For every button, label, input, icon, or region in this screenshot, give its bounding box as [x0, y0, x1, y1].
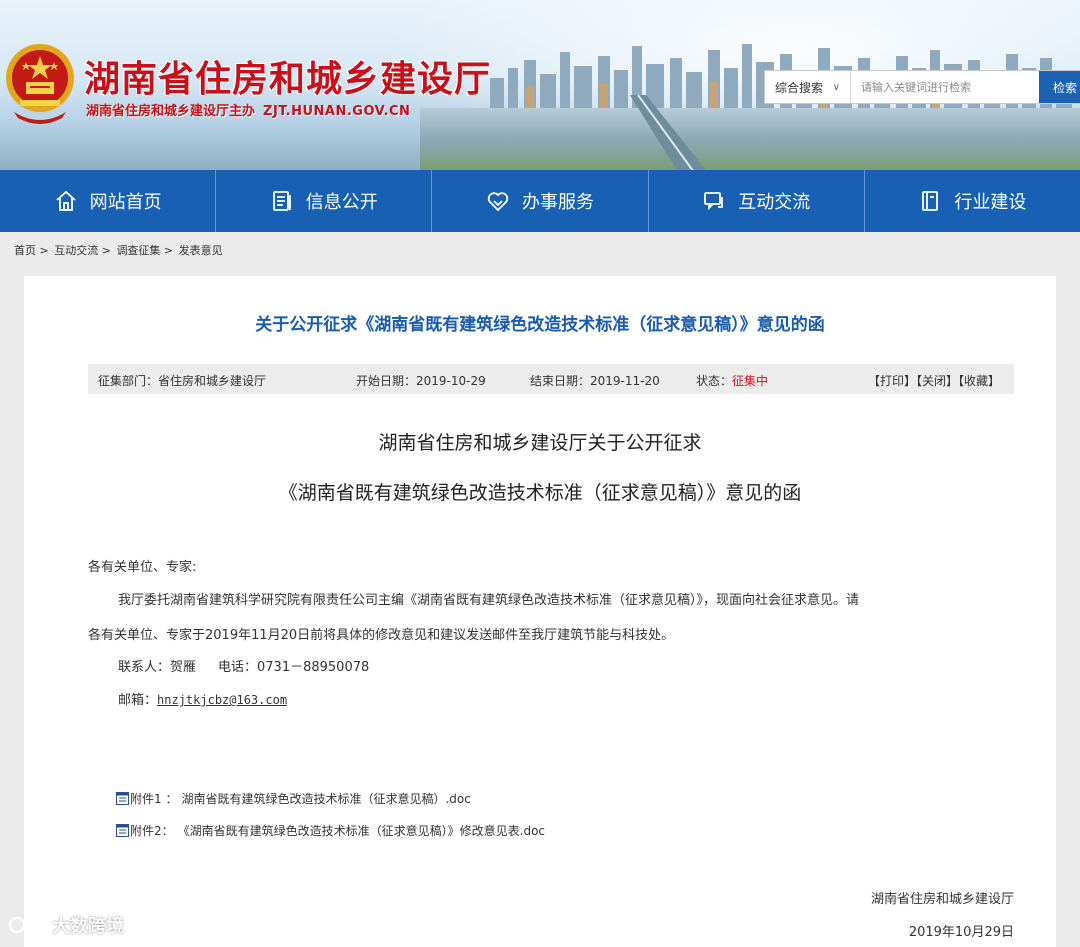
document-icon	[272, 191, 291, 211]
heart-icon	[487, 192, 509, 212]
doc-title-line2: 《湖南省既有建筑绿色改造技术标准（征求意见稿）》意见的函	[278, 482, 802, 504]
search-button[interactable]: 检索	[1039, 71, 1080, 103]
status: 状态：征集中	[696, 372, 768, 389]
signer: 湖南省住房和城乡建设厅	[870, 892, 1014, 907]
breadcrumb-home[interactable]: 首页 >	[14, 244, 49, 257]
print-button[interactable]: 【打印】	[868, 374, 916, 388]
status-badge: 征集中	[732, 374, 769, 388]
nav-item-label: 互动交流	[738, 192, 811, 213]
breadcrumb-survey[interactable]: 调查征集 >	[116, 244, 173, 257]
status-label: 状态：	[696, 374, 733, 388]
nav-item-label: 网站首页	[89, 192, 162, 213]
end-date: 结束日期：2019-11-20	[530, 374, 660, 388]
info-bar: 征集部门：省住房和城乡建设厅 开始日期：2019-10-29 结束日期：2019…	[88, 364, 1014, 394]
email-label: 邮箱：	[118, 693, 158, 708]
body-paragraph-1: 我厅委托湖南省建筑科学研究院有限责任公司主编《湖南省既有建筑绿色改造技术标准（征…	[118, 593, 860, 608]
nav-item-label: 办事服务	[522, 192, 594, 213]
watermark: 大数跨境	[8, 912, 124, 938]
search-type-label: 综合搜索	[775, 80, 824, 95]
search-input[interactable]	[851, 71, 1039, 103]
watermark-text: 大数跨境	[52, 916, 124, 937]
main-nav: 网站首页 信息公开 办事服务 互动交流 行业建设	[0, 170, 1080, 232]
book-icon	[922, 191, 939, 211]
search-bar: 综合搜索 ∨ 检索	[764, 70, 1080, 104]
attachment-2[interactable]: 附件2： 《湖南省既有建筑绿色改造技术标准（征求意见稿）》修改意见表.doc	[116, 822, 545, 839]
nav-item-home[interactable]: 网站首页	[0, 170, 217, 232]
site-sponsor: 湖南省住房和城乡建设厅主办	[86, 104, 256, 119]
attachment-label: 附件1 ：	[130, 792, 178, 806]
favorite-button[interactable]: 【收藏】	[958, 374, 1000, 388]
nav-item-services[interactable]: 办事服务	[432, 170, 649, 232]
breadcrumb-current: 发表意见	[178, 244, 223, 257]
breadcrumb: 首页 > 互动交流 > 调查征集 > 发表意见	[14, 242, 225, 258]
word-doc-icon	[116, 792, 129, 805]
nav-item-label: 信息公开	[305, 192, 378, 213]
chat-icon	[704, 192, 724, 211]
word-doc-icon	[116, 824, 129, 837]
sign-date: 2019年10月29日	[908, 925, 1014, 940]
body-paragraph-2: 各有关单位、专家于2019年11月20日前将具体的修改意见和建议发送邮件至我厅建…	[88, 628, 675, 643]
site-subtitle: 湖南省住房和城乡建设厅主办 ZJT.HUNAN.GOV.CN	[86, 100, 410, 119]
email-line: 邮箱：hnzjtkjcbz@163.com	[118, 689, 287, 708]
doc-title-line1: 湖南省住房和城乡建设厅关于公开征求	[378, 432, 702, 454]
page-title: 关于公开征求《湖南省既有建筑绿色改造技术标准（征求意见稿）》意见的函	[255, 315, 825, 335]
chevron-down-icon: ∨	[832, 81, 840, 93]
salutation: 各有关单位、专家:	[88, 560, 197, 575]
start-date: 开始日期：2019-10-29	[356, 374, 486, 388]
attachment-label: 附件2：	[130, 824, 174, 838]
national-emblem-icon	[6, 44, 74, 124]
close-button[interactable]: 【关闭】	[916, 374, 958, 388]
nav-item-info[interactable]: 信息公开	[216, 170, 433, 232]
watermark-logo-icon	[8, 916, 48, 934]
breadcrumb-interaction[interactable]: 互动交流 >	[54, 244, 111, 257]
contact-phone: 电话：0731－88950078	[218, 660, 370, 675]
home-icon	[55, 190, 76, 211]
email-link[interactable]: hnzjtkjcbz@163.com	[157, 693, 287, 707]
search-type-select[interactable]: 综合搜索 ∨	[765, 71, 851, 103]
collect-dept: 征集部门：省住房和城乡建设厅	[98, 374, 267, 388]
site-domain: ZJT.HUNAN.GOV.CN	[263, 104, 411, 119]
nav-item-label: 行业建设	[954, 192, 1027, 213]
nav-item-interaction[interactable]: 互动交流	[649, 170, 865, 232]
article-card: 关于公开征求《湖南省既有建筑绿色改造技术标准（征求意见稿）》意见的函 征集部门：…	[24, 276, 1056, 947]
site-header: 湖南省住房和城乡建设厅 湖南省住房和城乡建设厅主办 ZJT.HUNAN.GOV.C…	[0, 0, 1080, 170]
bridge-image	[630, 95, 706, 170]
article-actions: 【打印】【关闭】【收藏】	[868, 372, 1000, 389]
site-title: 湖南省住房和城乡建设厅	[84, 59, 492, 100]
river-image	[420, 108, 1080, 170]
contact-person: 联系人：贺雁	[118, 660, 197, 675]
attachment-link[interactable]: 湖南省既有建筑绿色改造技术标准（征求意见稿）.doc	[181, 790, 470, 807]
attachment-link[interactable]: 《湖南省既有建筑绿色改造技术标准（征求意见稿）》修改意见表.doc	[178, 822, 545, 839]
attachment-1[interactable]: 附件1 ： 湖南省既有建筑绿色改造技术标准（征求意见稿）.doc	[116, 790, 471, 807]
nav-item-industry[interactable]: 行业建设	[865, 170, 1080, 232]
contact-line: 联系人：贺雁 电话：0731－88950078	[118, 656, 369, 675]
